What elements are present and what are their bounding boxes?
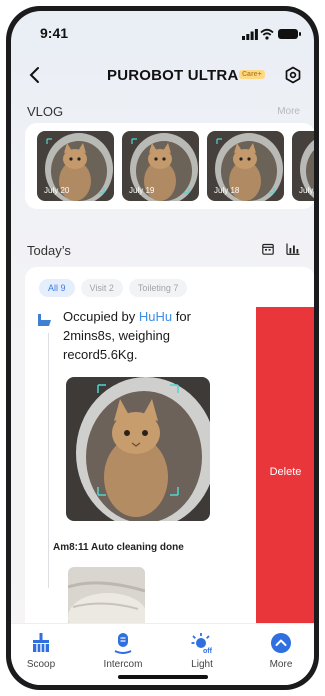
vlog-more-link[interactable]: More [277,106,300,117]
page-title: PUROBOT ULTRA [107,67,239,84]
settings-icon[interactable] [284,66,302,84]
event-photo[interactable] [66,377,210,521]
tab-light-label: Light [191,659,213,670]
status-time: 9:41 [40,25,69,41]
vlog-date: July 20 [44,186,70,195]
vlog-date: July [299,186,314,195]
delete-button[interactable]: Delete [256,307,314,637]
tab-light[interactable]: off Light [172,632,232,670]
statistics-icon[interactable] [286,243,300,255]
svg-text:off: off [203,648,213,654]
tab-more-label: More [269,659,293,670]
delete-label: Delete [269,466,302,478]
tab-scoop[interactable]: Scoop [11,632,71,670]
tab-more[interactable]: More [251,632,311,670]
tab-intercom[interactable]: Intercom [93,632,153,670]
vlog-section-label: VLOG [27,104,64,119]
tab-toileting[interactable]: Toileting 7 [128,279,188,297]
signal-icon [242,29,258,40]
vlog-thumbnail[interactable]: July 18 [207,131,284,201]
wifi-icon [260,28,274,40]
app-screen: 9:41 PUROBOT ULTRA Care+ VLOG More July … [11,11,314,685]
vlog-thumbnails: July 20 July 19 July 18 July [37,131,314,201]
microphone-icon [114,633,132,654]
calendar-icon[interactable] [262,243,274,255]
app-header: PUROBOT ULTRA Care+ [11,55,314,95]
timeline-line [48,333,49,588]
pet-name-link[interactable]: HuHu [139,309,172,324]
tab-intercom-label: Intercom [103,659,143,670]
today-section-label: Today’s [27,243,71,258]
home-indicator [118,675,208,679]
back-arrow-icon[interactable] [27,65,43,85]
battery-icon [278,29,301,39]
vlog-thumbnail[interactable]: July [292,131,314,201]
filter-tabs: All 9 Visit 2 Toileting 7 [39,279,188,297]
event-cleaning-text: Am8:11 Auto cleaning done [53,542,184,553]
care-plus-badge: Care+ [239,70,265,79]
event-occupied-text: Occupied by HuHu for 2mins8s, weighing r… [63,307,223,364]
light-off-icon: off [191,633,213,654]
event-prefix: Occupied by [63,309,139,324]
tab-all[interactable]: All 9 [39,279,75,297]
vlog-thumbnail[interactable]: July 20 [37,131,114,201]
status-bar: 9:41 [11,11,314,45]
bottom-tab-bar: Scoop Intercom off Light More [11,623,314,685]
more-chevron-icon [271,633,291,653]
tab-visit[interactable]: Visit 2 [80,279,123,297]
today-card: All 9 Visit 2 Toileting 7 Occupied by Hu… [25,267,314,637]
cat-photo [66,377,210,521]
scoop-icon [33,633,49,652]
vlog-date: July 19 [129,186,155,195]
vlog-card: July 20 July 19 July 18 July [25,123,314,209]
phone-frame: 9:41 PUROBOT ULTRA Care+ VLOG More July … [6,6,319,690]
tab-scoop-label: Scoop [26,659,56,670]
vlog-date: July 18 [214,186,240,195]
litter-box-icon [38,314,51,326]
vlog-thumbnail[interactable]: July 19 [122,131,199,201]
